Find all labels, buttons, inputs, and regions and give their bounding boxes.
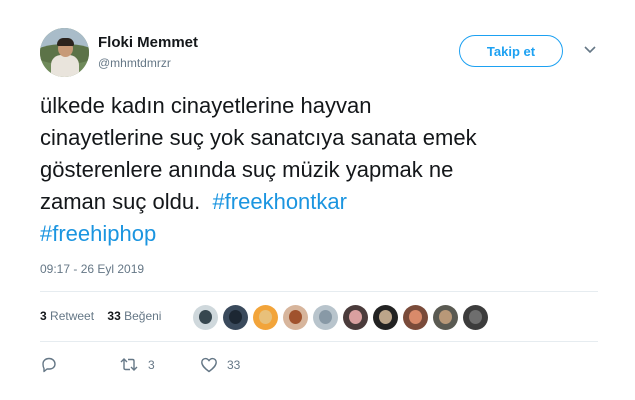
user-handle[interactable]: @mhmtdmrzr xyxy=(98,56,171,70)
liker-avatar-face xyxy=(439,310,452,324)
liker-avatar[interactable] xyxy=(373,305,398,330)
like-stat[interactable]: 33 Beğeni xyxy=(107,309,161,323)
tweet-text-line: ülkede kadın cinayetlerine hayvan xyxy=(40,93,372,118)
like-stat-count: 33 xyxy=(107,309,121,323)
liker-avatar[interactable] xyxy=(403,305,428,330)
liker-avatar[interactable] xyxy=(193,305,218,330)
like-count: 33 xyxy=(227,358,241,372)
like-button[interactable]: 33 xyxy=(200,355,240,375)
liker-avatar[interactable] xyxy=(283,305,308,330)
avatar-body xyxy=(51,55,79,77)
tweet-text-line: gösterenlere anında suç müzik yapmak ne xyxy=(40,157,454,182)
avatar[interactable] xyxy=(40,28,89,77)
retweet-stat-label: Retweet xyxy=(50,309,95,323)
tweet-text-line: #freehiphop xyxy=(40,218,600,250)
liker-avatar[interactable] xyxy=(343,305,368,330)
liker-avatar[interactable] xyxy=(223,305,248,330)
user-name[interactable]: Floki Memmet xyxy=(98,34,198,51)
like-stat-label: Beğeni xyxy=(124,309,162,323)
liker-avatar-face xyxy=(349,310,362,324)
reply-icon xyxy=(42,357,56,373)
chevron-down-icon[interactable] xyxy=(583,45,597,55)
tweet-text-segment: zaman suç oldu. xyxy=(40,189,207,214)
hashtag-link[interactable]: #freekhontkar xyxy=(212,189,347,214)
retweet-count: 3 xyxy=(148,358,155,372)
liker-avatar[interactable] xyxy=(313,305,338,330)
liker-avatar-face xyxy=(199,310,212,324)
timestamp[interactable]: 09:17 - 26 Eyl 2019 xyxy=(40,262,144,276)
hashtag-link[interactable]: #freehiphop xyxy=(40,221,156,246)
divider xyxy=(40,341,598,342)
avatar-hair xyxy=(57,38,74,46)
tweet-text: ülkede kadın cinayetlerine hayvan cinaye… xyxy=(40,90,600,250)
retweet-icon xyxy=(120,358,138,371)
liker-avatar-face xyxy=(229,310,242,324)
retweet-button[interactable]: 3 xyxy=(119,355,155,375)
liker-avatar[interactable] xyxy=(463,305,488,330)
retweet-stat[interactable]: 3 Retweet xyxy=(40,309,94,323)
follow-button[interactable]: Takip et xyxy=(459,35,563,67)
heart-icon xyxy=(201,357,217,373)
liker-avatar-face xyxy=(289,310,302,324)
reply-button[interactable] xyxy=(40,355,58,375)
liker-avatar-face xyxy=(409,310,422,324)
liker-avatar[interactable] xyxy=(433,305,458,330)
liker-avatar-face xyxy=(259,310,272,324)
divider xyxy=(40,291,598,292)
tweet-card: Floki Memmet @mhmtdmrzr Takip et ülkede … xyxy=(0,0,635,400)
retweet-stat-count: 3 xyxy=(40,309,47,323)
tweet-stats: 3 Retweet 33 Beğeni xyxy=(40,309,171,323)
tweet-text-line: cinayetlerine suç yok sanatcıya sanata e… xyxy=(40,125,477,150)
liker-avatar-face xyxy=(469,310,482,324)
liker-avatar-face xyxy=(319,310,332,324)
liker-avatar-face xyxy=(379,310,392,324)
liker-avatar[interactable] xyxy=(253,305,278,330)
tweet-text-line-with-hashtag: zaman suç oldu. #freekhontkar xyxy=(40,186,600,218)
